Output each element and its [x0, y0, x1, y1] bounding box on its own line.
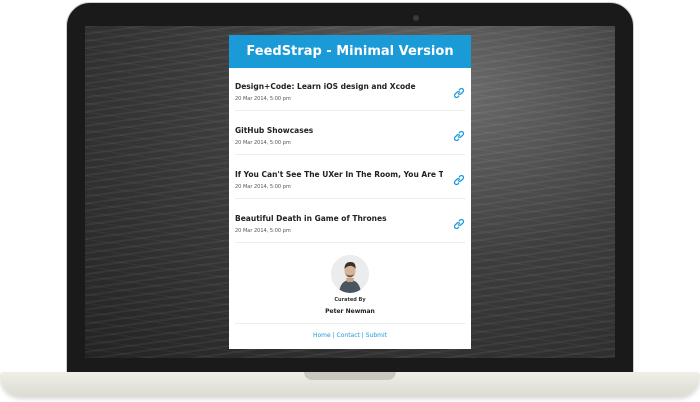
- curator-section: Curated By Peter Newman: [229, 243, 471, 323]
- footer-link-contact[interactable]: Contact: [337, 332, 360, 339]
- footer-nav: Home | Contact | Submit: [235, 323, 465, 339]
- avatar: [331, 255, 369, 293]
- link-icon[interactable]: [453, 130, 465, 142]
- footer-separator: |: [361, 332, 364, 339]
- footer-separator: |: [332, 332, 335, 339]
- feed-item-title[interactable]: If You Can't See The UXer In The Room, Y…: [235, 170, 443, 179]
- feed-card: FeedStrap - Minimal Version Design+Code:…: [229, 35, 471, 349]
- laptop-notch: [304, 372, 396, 380]
- feed-item-date: 20 Mar 2014, 5:00 pm: [235, 184, 291, 190]
- app-title: FeedStrap - Minimal Version: [229, 35, 471, 68]
- feed-item[interactable]: If You Can't See The UXer In The Room, Y…: [235, 155, 465, 199]
- feed-item[interactable]: Design+Code: Learn iOS design and Xcode …: [235, 68, 465, 111]
- feed-item[interactable]: GitHub Showcases 20 Mar 2014, 5:00 pm: [235, 111, 465, 155]
- link-icon[interactable]: [453, 218, 465, 230]
- person-icon: [331, 255, 369, 293]
- feed-item[interactable]: Beautiful Death in Game of Thrones 20 Ma…: [235, 199, 465, 243]
- camera-dot: [413, 15, 419, 21]
- link-icon[interactable]: [453, 174, 465, 186]
- link-icon[interactable]: [453, 87, 465, 99]
- feed-item-date: 20 Mar 2014, 5:00 pm: [235, 228, 291, 234]
- feed-item-date: 20 Mar 2014, 5:00 pm: [235, 140, 291, 146]
- footer-link-home[interactable]: Home: [313, 332, 331, 339]
- footer-link-submit[interactable]: Submit: [366, 332, 387, 339]
- feed-item-title[interactable]: Design+Code: Learn iOS design and Xcode: [235, 82, 443, 91]
- feed-list: Design+Code: Learn iOS design and Xcode …: [229, 68, 471, 243]
- curator-name: Peter Newman: [325, 308, 375, 315]
- feed-item-date: 20 Mar 2014, 5:00 pm: [235, 96, 291, 102]
- curated-by-label: Curated By: [334, 297, 366, 303]
- feed-item-title[interactable]: GitHub Showcases: [235, 126, 443, 135]
- feed-item-title[interactable]: Beautiful Death in Game of Thrones: [235, 214, 443, 223]
